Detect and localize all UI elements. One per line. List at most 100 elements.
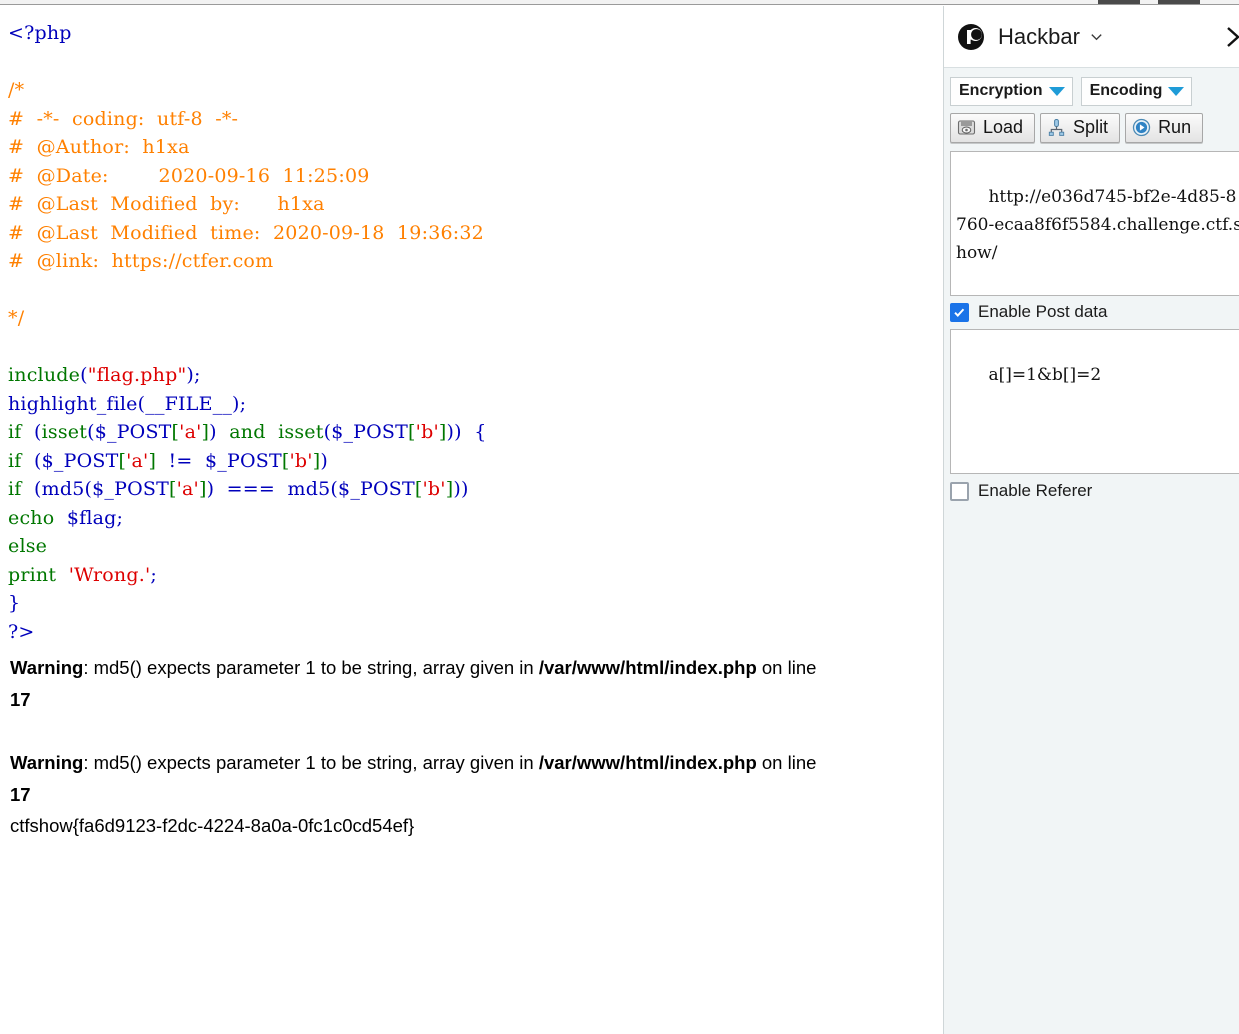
code-token: print: [8, 563, 57, 586]
code-line: # @link: https://ctfer.com: [8, 247, 943, 276]
code-token: # @Last Modified by: h1xa: [8, 193, 325, 215]
code-token: )): [453, 478, 469, 500]
warning-label: Warning: [10, 752, 84, 773]
code-line: # @Author: h1xa: [8, 133, 943, 162]
hackbar-dropdown-row: Encryption Encoding: [950, 77, 1239, 106]
code-token: !=: [156, 449, 205, 472]
warning-label: Warning: [10, 657, 84, 678]
code-token: md5: [287, 478, 331, 500]
caret-down-icon: [1168, 86, 1185, 96]
code-token: isset: [41, 421, 88, 443]
split-button-label: Split: [1073, 117, 1109, 137]
code-line: }: [8, 589, 943, 618]
warning-line-number: 17: [10, 784, 31, 805]
code-token: 'b': [289, 449, 313, 472]
code-line: if (isset($_POST['a']) and isset($_POST[…: [8, 418, 943, 447]
code-line: if (md5($_POST['a']) === md5($_POST['b']…: [8, 475, 943, 504]
url-input[interactable]: http://e036d745-bf2e-4d85-8760-ecaa8f6f5…: [950, 151, 1239, 296]
code-token: ]: [198, 478, 207, 500]
tab-fragment[interactable]: [1158, 0, 1200, 4]
code-token: (: [84, 478, 93, 500]
tab-fragment[interactable]: [1098, 0, 1140, 4]
enable-post-data-checkbox[interactable]: Enable Post data: [950, 302, 1239, 322]
code-token: highlight_file: [8, 392, 138, 415]
code-token: (: [21, 421, 42, 443]
split-fork-icon: [1048, 119, 1065, 136]
code-token: 'a': [176, 478, 199, 500]
code-token: if: [8, 421, 22, 443]
chevron-right-icon[interactable]: [1221, 24, 1239, 50]
code-token: # @Last Modified time: 2020-09-18 19:36:…: [8, 221, 484, 244]
code-token: [: [408, 421, 416, 443]
hackbar-body: Encryption Encoding Load Split Run http:…: [944, 68, 1239, 501]
code-token: ;: [116, 506, 124, 529]
code-token: include: [8, 364, 81, 386]
code-token: (: [330, 478, 339, 500]
code-token: "flag.php": [87, 364, 187, 386]
code-token: __FILE__: [145, 392, 233, 415]
code-token: 'b': [415, 421, 439, 443]
enable-post-data-label: Enable Post data: [978, 302, 1108, 321]
checkbox-box[interactable]: [950, 302, 969, 322]
hackbar-tool-row: Load Split Run: [950, 113, 1239, 143]
split-button[interactable]: Split: [1040, 113, 1121, 143]
code-token: # -*- coding: utf-8 -*-: [8, 107, 239, 130]
browser-top-strip: [0, 0, 1239, 5]
run-button[interactable]: Run: [1125, 113, 1204, 143]
code-token: <?php: [8, 22, 72, 44]
load-button-label: Load: [983, 117, 1024, 137]
code-line: # @Last Modified time: 2020-09-18 19:36:…: [8, 219, 943, 248]
code-token: $_POST: [331, 421, 409, 443]
code-line: highlight_file(__FILE__);: [8, 390, 943, 419]
code-token: $_POST: [205, 449, 282, 472]
flag-output: ctfshow{fa6d9123-f2dc-4224-8a0a-0fc1c0cd…: [10, 815, 415, 836]
php-source-highlight: <?php /* # -*- coding: utf-8 -*- # @Author…: [0, 6, 943, 646]
caret-down-icon: [1048, 86, 1065, 96]
code-token: ): [320, 449, 328, 472]
code-token: ;: [150, 563, 157, 586]
code-token: isset: [278, 421, 324, 443]
code-token: (: [80, 364, 88, 386]
code-line: */: [8, 304, 943, 333]
code-token: );: [186, 364, 201, 386]
hackbar-header: Hackbar: [944, 6, 1239, 68]
code-token: # @link: https://ctfer.com: [8, 250, 274, 272]
hackbar-logo-icon: [958, 23, 984, 50]
post-data-input[interactable]: a[]=1&b[]=2 ◢: [950, 329, 1239, 474]
code-token: # @Date: 2020-09-16 11:25:09: [8, 164, 370, 187]
code-token: )): [446, 421, 462, 443]
code-token: (: [21, 478, 42, 500]
code-token: ?>: [8, 620, 35, 643]
run-button-label: Run: [1158, 117, 1192, 137]
code-line: <?php: [8, 19, 943, 48]
code-token: $_POST: [92, 478, 169, 500]
code-token: /*: [8, 79, 25, 101]
checkbox-box[interactable]: [950, 481, 969, 501]
encoding-dropdown-label: Encoding: [1089, 82, 1163, 99]
code-line: # @Date: 2020-09-16 11:25:09: [8, 162, 943, 191]
php-warnings: Warning: md5() expects parameter 1 to be…: [0, 646, 820, 811]
code-line: /*: [8, 76, 943, 105]
encoding-dropdown-button[interactable]: Encoding: [1080, 77, 1193, 106]
code-token: [: [118, 449, 127, 472]
code-token: $_POST: [41, 449, 119, 472]
code-token: 'a': [126, 449, 149, 472]
code-token: 'a': [179, 421, 202, 443]
code-token: ]: [148, 449, 157, 472]
hackbar-panel: Hackbar Encryption Encoding Load Split R…: [943, 6, 1239, 1034]
page-content-pane: <?php /* # -*- coding: utf-8 -*- # @Author…: [0, 6, 943, 1034]
load-button[interactable]: Load: [950, 113, 1036, 143]
load-disk-icon: [957, 120, 976, 135]
code-token: and: [229, 421, 266, 443]
warning-file-path: /var/www/html/index.php: [538, 657, 757, 678]
encryption-dropdown-button[interactable]: Encryption: [950, 77, 1073, 106]
code-token: else: [8, 535, 48, 557]
enable-referer-checkbox[interactable]: Enable Referer: [950, 481, 1239, 501]
chevron-down-icon[interactable]: [1089, 29, 1104, 44]
code-token: ): [209, 421, 217, 443]
